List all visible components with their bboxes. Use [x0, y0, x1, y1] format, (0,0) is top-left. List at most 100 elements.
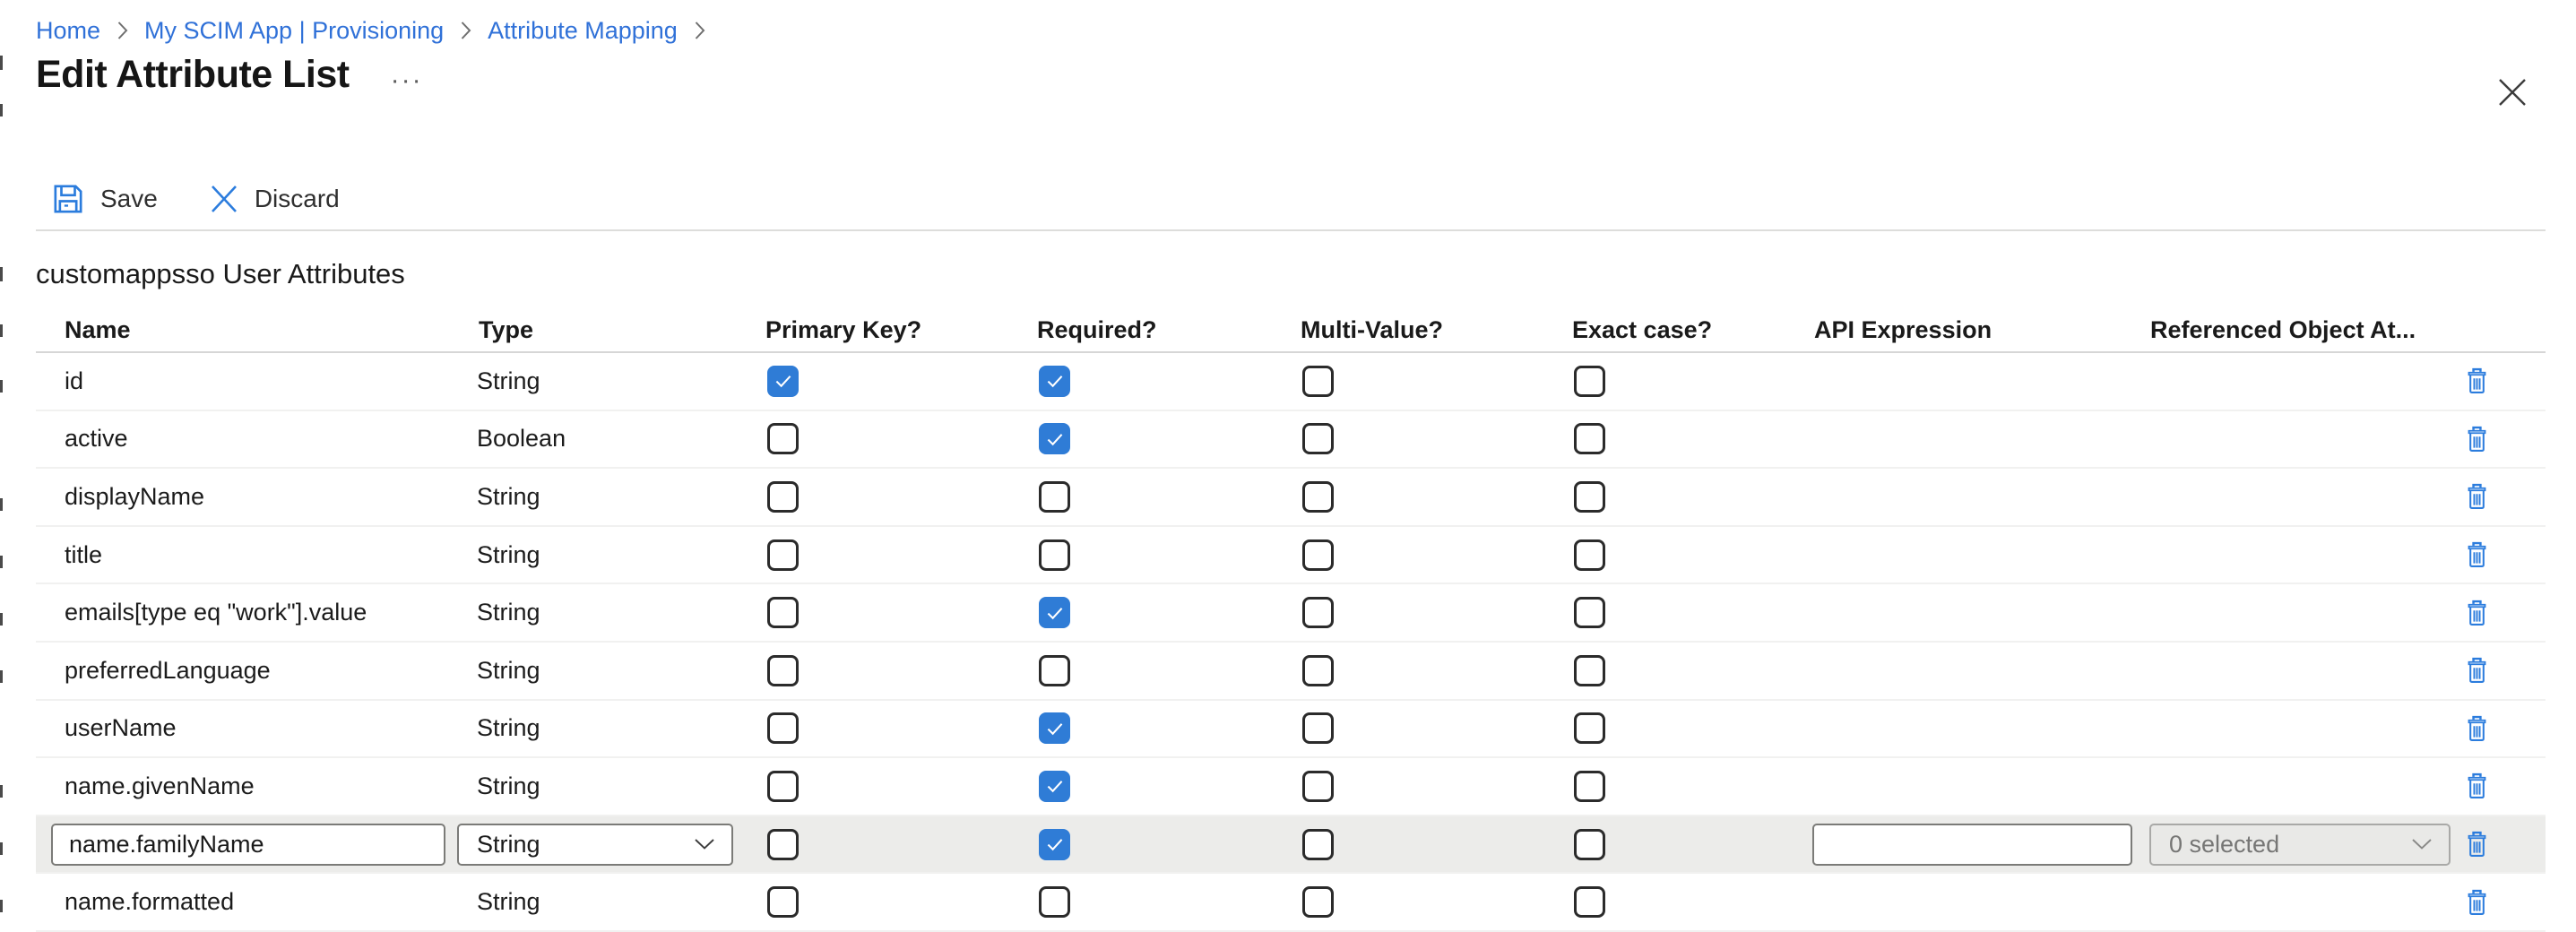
checkbox-exact-case[interactable]	[1574, 771, 1605, 802]
checkbox-primary-key[interactable]	[767, 366, 799, 397]
more-actions-button[interactable]: ···	[391, 76, 423, 85]
checkbox-multi-value[interactable]	[1302, 712, 1334, 744]
checkbox-primary-key[interactable]	[767, 423, 799, 454]
checkbox-required[interactable]	[1039, 771, 1070, 802]
checkbox-exact-case[interactable]	[1574, 655, 1605, 686]
checkbox-exact-case[interactable]	[1574, 712, 1605, 744]
close-button[interactable]	[2495, 75, 2529, 109]
checkbox-exact-case[interactable]	[1574, 829, 1605, 860]
breadcrumb-link-0[interactable]: Home	[36, 17, 100, 45]
checkbox-exact-case[interactable]	[1574, 597, 1605, 628]
discard-x-icon	[208, 183, 240, 215]
attribute-type: String	[475, 714, 762, 742]
attribute-name-input[interactable]	[51, 824, 445, 866]
checkbox-primary-key[interactable]	[767, 481, 799, 513]
attribute-type: String	[475, 657, 762, 685]
checkbox-multi-value[interactable]	[1302, 481, 1334, 513]
attribute-name: userName	[36, 714, 475, 742]
checkbox-primary-key[interactable]	[767, 771, 799, 802]
checkbox-primary-key[interactable]	[767, 539, 799, 571]
checkmark-icon	[1043, 427, 1067, 451]
checkbox-required[interactable]	[1039, 481, 1070, 513]
attribute-type: String	[475, 772, 762, 800]
checkbox-exact-case[interactable]	[1574, 423, 1605, 454]
checkbox-multi-value[interactable]	[1302, 829, 1334, 860]
trash-icon	[2465, 540, 2489, 569]
attribute-name: active	[36, 425, 475, 453]
checkbox-required[interactable]	[1039, 423, 1070, 454]
table-row: userNameString	[36, 701, 2546, 759]
delete-attribute-button[interactable]	[2463, 887, 2490, 918]
chevron-right-icon	[692, 18, 707, 43]
attribute-type: Boolean	[475, 425, 762, 453]
checkbox-required[interactable]	[1039, 712, 1070, 744]
breadcrumb-link-2[interactable]: Attribute Mapping	[488, 17, 678, 45]
checkbox-primary-key[interactable]	[767, 597, 799, 628]
delete-attribute-button[interactable]	[2463, 539, 2490, 570]
delete-attribute-button[interactable]	[2463, 366, 2490, 396]
referenced-object-value: 0 selected	[2169, 831, 2279, 859]
checkbox-primary-key[interactable]	[767, 655, 799, 686]
table-row: activeBoolean	[36, 411, 2546, 470]
table-row: preferredLanguageString	[36, 643, 2546, 701]
table-row: name.formattedString	[36, 874, 2546, 932]
checkbox-multi-value[interactable]	[1302, 366, 1334, 397]
checkbox-multi-value[interactable]	[1302, 655, 1334, 686]
save-button[interactable]: Save	[50, 181, 158, 217]
checkbox-required[interactable]	[1039, 886, 1070, 918]
attribute-type-cell: String	[475, 824, 762, 866]
attribute-type: String	[475, 367, 762, 395]
checkmark-icon	[772, 369, 795, 393]
delete-attribute-button[interactable]	[2463, 598, 2490, 628]
column-header-type: Type	[475, 316, 762, 344]
attribute-type: String	[475, 483, 762, 511]
checkbox-multi-value[interactable]	[1302, 597, 1334, 628]
trash-icon	[2465, 830, 2489, 859]
type-select[interactable]: String	[457, 824, 733, 866]
referenced-object-select[interactable]: 0 selected	[2149, 824, 2451, 866]
checkbox-required[interactable]	[1039, 366, 1070, 397]
table-row: idString	[36, 353, 2546, 411]
checkbox-primary-key[interactable]	[767, 712, 799, 744]
trash-icon	[2465, 888, 2489, 917]
delete-attribute-button[interactable]	[2463, 771, 2490, 801]
attribute-name: displayName	[36, 483, 475, 511]
delete-attribute-button[interactable]	[2463, 655, 2490, 686]
checkbox-exact-case[interactable]	[1574, 481, 1605, 513]
checkbox-primary-key[interactable]	[767, 886, 799, 918]
checkbox-multi-value[interactable]	[1302, 771, 1334, 802]
checkbox-required[interactable]	[1039, 539, 1070, 571]
delete-attribute-button[interactable]	[2463, 424, 2490, 454]
column-header-api-expression: API Expression	[1811, 316, 2147, 344]
checkbox-primary-key[interactable]	[767, 829, 799, 860]
delete-attribute-button[interactable]	[2463, 713, 2490, 744]
delete-attribute-button[interactable]	[2463, 481, 2490, 512]
breadcrumb-link-1[interactable]: My SCIM App | Provisioning	[144, 17, 444, 45]
checkbox-required[interactable]	[1039, 655, 1070, 686]
table-row: String 0 selected	[36, 816, 2546, 875]
api-expression-cell	[1811, 824, 2147, 866]
table-row: emails[type eq "work"].valueString	[36, 584, 2546, 643]
discard-button[interactable]: Discard	[208, 183, 340, 215]
checkbox-required[interactable]	[1039, 597, 1070, 628]
trash-icon	[2465, 599, 2489, 627]
checkbox-exact-case[interactable]	[1574, 886, 1605, 918]
checkbox-multi-value[interactable]	[1302, 423, 1334, 454]
table-row: titleString	[36, 527, 2546, 585]
checkbox-exact-case[interactable]	[1574, 539, 1605, 571]
delete-attribute-button[interactable]	[2463, 829, 2490, 859]
trash-icon	[2465, 425, 2489, 453]
close-x-icon	[2496, 76, 2528, 108]
column-header-name: Name	[36, 316, 475, 344]
checkbox-multi-value[interactable]	[1302, 886, 1334, 918]
checkbox-multi-value[interactable]	[1302, 539, 1334, 571]
checkmark-icon	[1043, 833, 1067, 856]
checkbox-exact-case[interactable]	[1574, 366, 1605, 397]
trash-icon	[2465, 714, 2489, 743]
breadcrumb-separator	[458, 18, 473, 43]
chevron-down-icon	[2411, 838, 2433, 850]
attribute-name: preferredLanguage	[36, 657, 475, 685]
attribute-type: String	[475, 599, 762, 626]
checkbox-required[interactable]	[1039, 829, 1070, 860]
api-expression-input[interactable]	[1812, 824, 2132, 866]
